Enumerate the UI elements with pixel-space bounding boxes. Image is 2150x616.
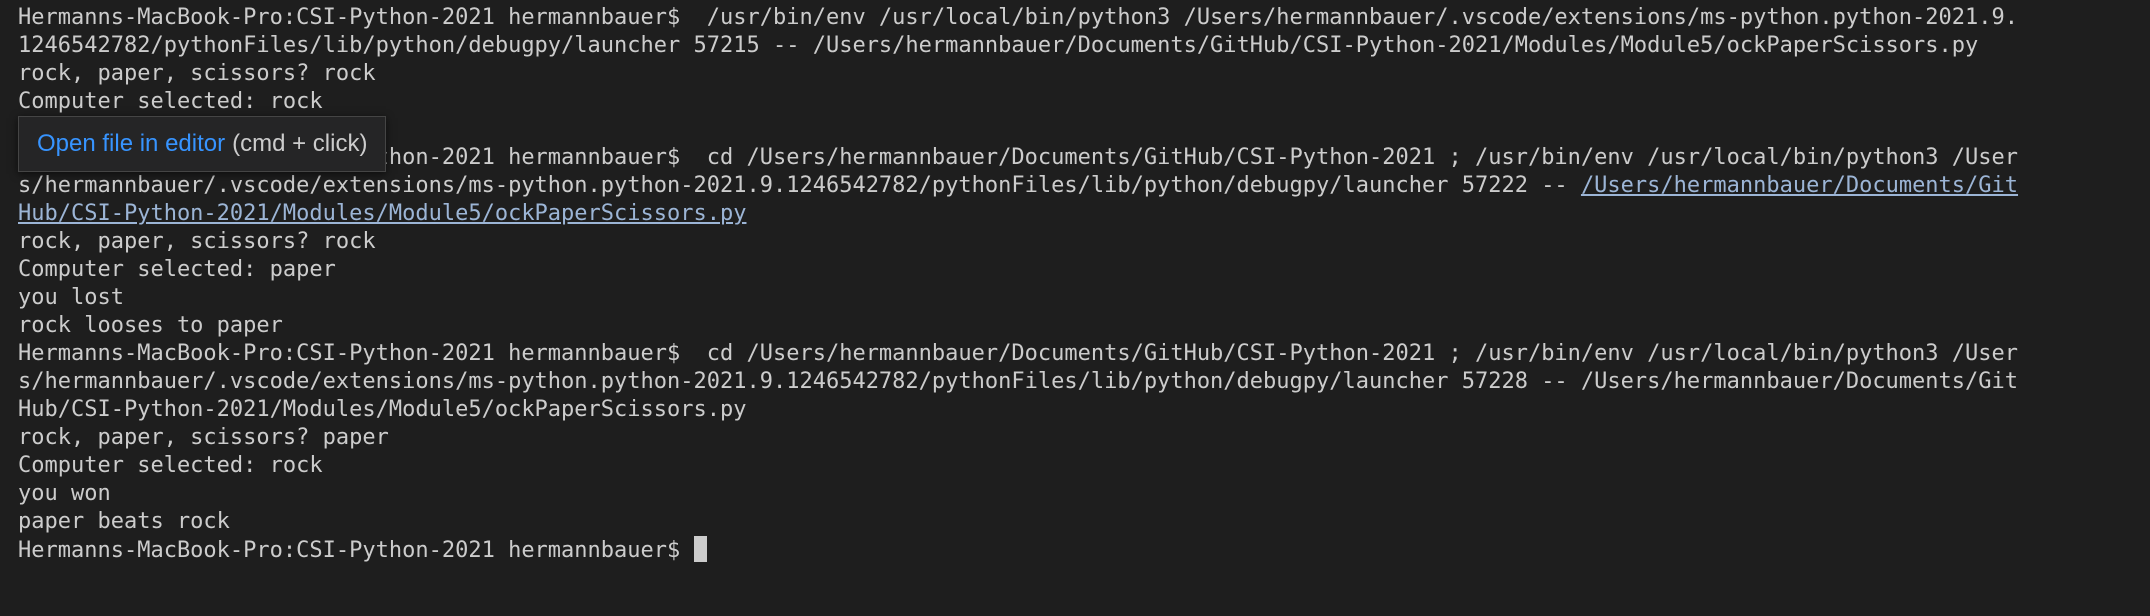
terminal-line-text: you won <box>18 481 111 506</box>
terminal-prompt-line[interactable]: Hermanns-MacBook-Pro:CSI-Python-2021 her… <box>18 536 2150 564</box>
terminal-line: s/hermannbauer/.vscode/extensions/ms-pyt… <box>18 172 2150 200</box>
terminal-line: Hub/CSI-Python-2021/Modules/Module5/ockP… <box>18 200 2150 228</box>
file-path-link[interactable]: Hub/CSI-Python-2021/Modules/Module5/ockP… <box>18 201 746 226</box>
terminal-line-text: Computer selected: paper <box>18 257 336 282</box>
terminal-line: rock, paper, scissors? rock <box>18 60 2150 88</box>
terminal-line: you lost <box>18 284 2150 312</box>
terminal-line-text: 1246542782/pythonFiles/lib/python/debugp… <box>18 33 1979 58</box>
terminal-line-text: Computer selected: rock <box>18 453 323 478</box>
terminal-line: Computer selected: rock <box>18 452 2150 480</box>
terminal-line-text: Hermanns-MacBook-Pro:CSI-Python-2021 her… <box>18 341 2019 366</box>
terminal-line-text: Hermanns-MacBook-Pro:CSI-Python-2021 her… <box>18 5 2019 30</box>
terminal-line-text: Hub/CSI-Python-2021/Modules/Module5/ockP… <box>18 397 747 422</box>
terminal-line: paper beats rock <box>18 508 2150 536</box>
terminal-line: Computer selected: rock <box>18 88 2150 116</box>
terminal-cursor[interactable] <box>693 536 707 562</box>
open-file-in-editor-link[interactable]: Open file in editor <box>37 130 225 158</box>
terminal-line: rock, paper, scissors? rock <box>18 228 2150 256</box>
terminal-line-text: you lost <box>18 285 124 310</box>
terminal-line-text: paper beats rock <box>18 509 230 534</box>
terminal-line: 1246542782/pythonFiles/lib/python/debugp… <box>18 32 2150 60</box>
terminal-line: Hermanns-MacBook-Pro:CSI-Python-2021 her… <box>18 4 2150 32</box>
terminal-line: Hermanns-MacBook-Pro:CSI-Python-2021 her… <box>18 340 2150 368</box>
open-file-tooltip: Open file in editor (cmd + click) <box>18 116 387 172</box>
terminal-prompt: Hermanns-MacBook-Pro:CSI-Python-2021 her… <box>18 538 694 563</box>
terminal-line: Hub/CSI-Python-2021/Modules/Module5/ockP… <box>18 396 2150 424</box>
terminal-line: rock looses to paper <box>18 312 2150 340</box>
terminal-line: Computer selected: paper <box>18 256 2150 284</box>
terminal-line-text: Computer selected: rock <box>18 89 323 114</box>
terminal-line-text: rock, paper, scissors? rock <box>18 61 376 86</box>
terminal-line: s/hermannbauer/.vscode/extensions/ms-pyt… <box>18 368 2150 396</box>
terminal-line-text: rock, paper, scissors? paper <box>18 425 389 450</box>
terminal-line-text: rock, paper, scissors? rock <box>18 229 376 254</box>
file-path-link[interactable]: /Users/hermannbauer/Documents/Git <box>1581 173 2018 198</box>
terminal-panel[interactable]: Hermanns-MacBook-Pro:CSI-Python-2021 her… <box>0 0 2150 616</box>
terminal-output: Hermanns-MacBook-Pro:CSI-Python-2021 her… <box>18 4 2150 536</box>
terminal-line: rock, paper, scissors? paper <box>18 424 2150 452</box>
tooltip-hint: (cmd + click) <box>232 130 368 157</box>
terminal-line-text: s/hermannbauer/.vscode/extensions/ms-pyt… <box>18 369 2019 394</box>
terminal-line-text: rock looses to paper <box>18 313 283 338</box>
terminal-line-text: s/hermannbauer/.vscode/extensions/ms-pyt… <box>18 173 1581 198</box>
terminal-line: you won <box>18 480 2150 508</box>
